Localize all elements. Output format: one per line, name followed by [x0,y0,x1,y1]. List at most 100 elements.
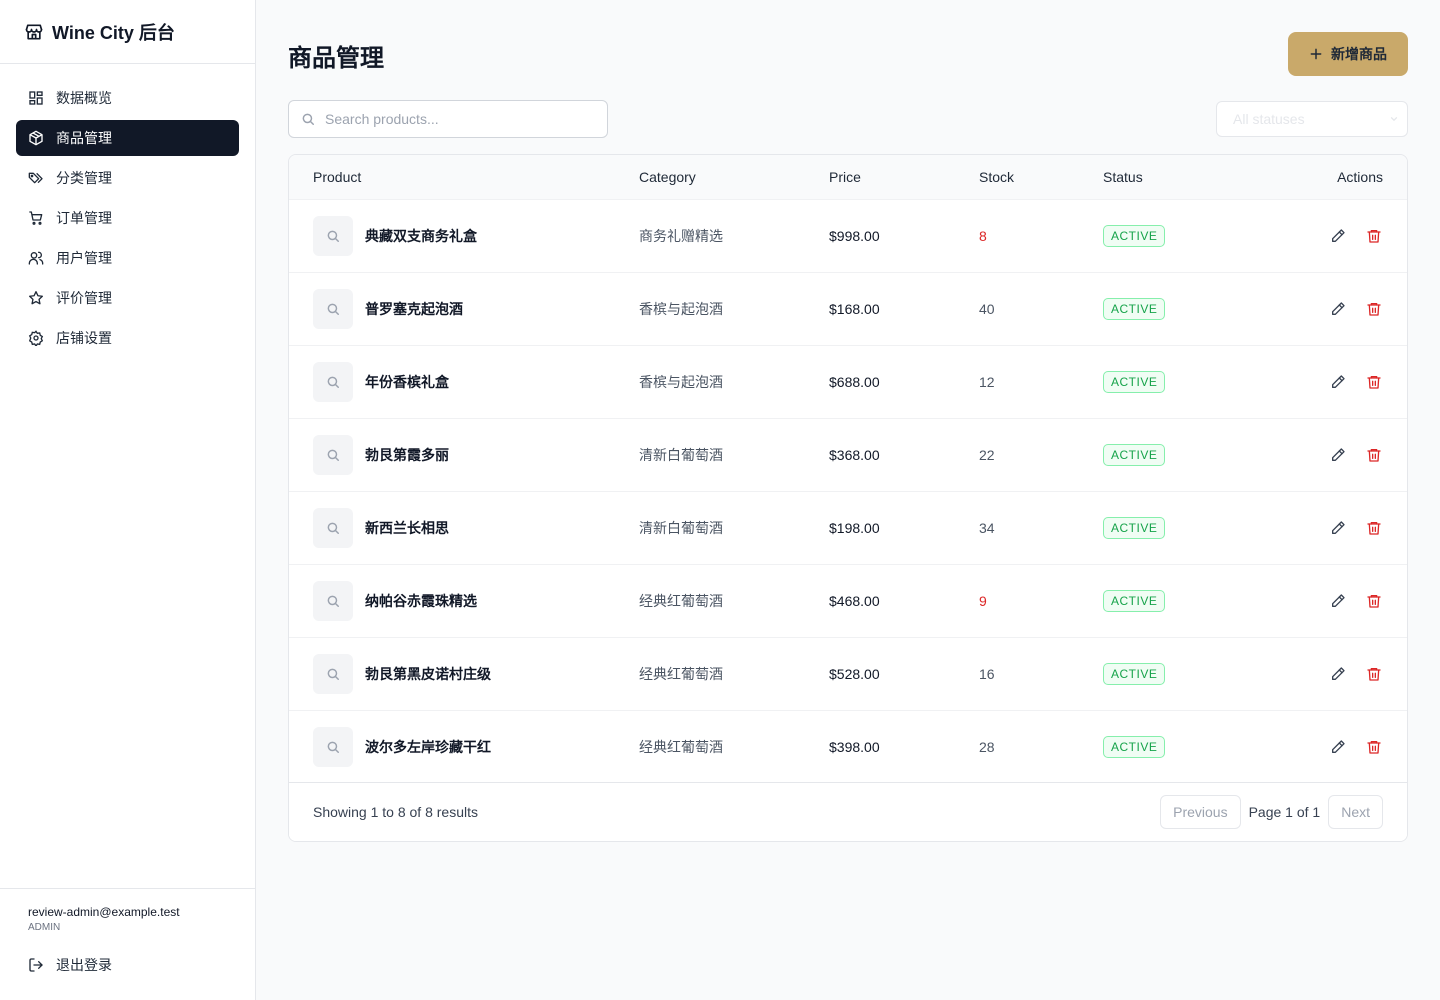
pagination: Previous Page 1 of 1 Next [1160,795,1383,829]
sidebar-item-categories[interactable]: 分类管理 [16,160,239,196]
trash-icon [1367,376,1381,389]
product-category: 经典红葡萄酒 [639,666,723,682]
product-category: 清新白葡萄酒 [639,447,723,463]
product-price: $998.00 [829,228,880,244]
product-stock: 9 [979,593,987,609]
edit-button[interactable] [1329,519,1347,537]
edit-button[interactable] [1329,665,1347,683]
pencil-icon [1332,594,1345,607]
sidebar-footer: review-admin@example.test ADMIN 退出登录 [0,888,255,1000]
delete-button[interactable] [1365,592,1383,610]
status-badge: ACTIVE [1103,225,1166,247]
product-stock: 8 [979,228,987,244]
header-status: Status [1103,169,1143,185]
header-stock: Stock [979,169,1015,185]
product-category: 经典红葡萄酒 [639,593,723,609]
edit-button[interactable] [1329,300,1347,318]
product-cell: 典藏双支商务礼盒 [289,216,639,256]
product-name: 普罗塞克起泡酒 [365,301,463,317]
search-icon [327,668,339,680]
product-thumbnail [313,216,353,256]
delete-button[interactable] [1365,446,1383,464]
previous-page-button[interactable]: Previous [1160,795,1241,829]
search-box [288,100,608,138]
product-category: 香槟与起泡酒 [639,374,723,390]
add-product-button[interactable]: 新增商品 [1288,32,1408,76]
product-name: 典藏双支商务礼盒 [365,228,477,244]
product-thumbnail [313,581,353,621]
product-name: 新西兰长相思 [365,520,449,536]
product-price: $468.00 [829,593,880,609]
product-price: $168.00 [829,301,880,317]
table-row: 新西兰长相思 清新白葡萄酒 $198.00 34 ACTIVE [289,491,1407,564]
header-actions: Actions [1337,169,1383,185]
status-filter-select[interactable]: All statuses [1216,101,1408,137]
header-category: Category [639,169,696,185]
delete-button[interactable] [1365,373,1383,391]
status-badge: ACTIVE [1103,517,1166,539]
table-row: 年份香槟礼盒 香槟与起泡酒 $688.00 12 ACTIVE [289,345,1407,418]
plus-icon [1310,48,1322,60]
delete-button[interactable] [1365,300,1383,318]
delete-button[interactable] [1365,738,1383,756]
page-title: 商品管理 [288,45,384,72]
sidebar-item-settings[interactable]: 店铺设置 [16,320,239,356]
search-icon [302,113,314,125]
table-row: 普罗塞克起泡酒 香槟与起泡酒 $168.00 40 ACTIVE [289,272,1407,345]
next-page-button[interactable]: Next [1328,795,1383,829]
sidebar-item-label: 店铺设置 [56,330,112,346]
dashboard-icon [29,91,43,105]
product-price: $198.00 [829,520,880,536]
status-badge: ACTIVE [1103,298,1166,320]
products-table: Product Category Price Stock Status Acti… [288,154,1408,842]
edit-button[interactable] [1329,592,1347,610]
product-cell: 波尔多左岸珍藏干红 [289,727,639,767]
tags-icon [28,172,43,184]
product-cell: 年份香槟礼盒 [289,362,639,402]
sidebar-item-label: 订单管理 [56,210,112,226]
actions-cell [1273,227,1407,245]
status-badge: ACTIVE [1103,736,1166,758]
delete-button[interactable] [1365,665,1383,683]
search-icon [327,230,339,242]
delete-button[interactable] [1365,519,1383,537]
status-cell: ACTIVE [1103,444,1273,466]
product-stock: 34 [979,520,995,536]
product-thumbnail [313,289,353,329]
product-name: 年份香槟礼盒 [365,374,449,390]
brand: Wine City 后台 [0,0,255,64]
store-icon [25,24,43,40]
sidebar-item-label: 商品管理 [56,130,112,146]
edit-button[interactable] [1329,227,1347,245]
table-footer: Showing 1 to 8 of 8 results Previous Pag… [289,782,1407,841]
edit-button[interactable] [1329,446,1347,464]
search-input[interactable] [325,111,585,127]
status-badge: ACTIVE [1103,663,1166,685]
edit-button[interactable] [1329,373,1347,391]
sidebar-item-label: 分类管理 [56,170,112,186]
product-price: $688.00 [829,374,880,390]
table-body: 典藏双支商务礼盒 商务礼赠精选 $998.00 8 ACTIVE 普罗塞克起泡酒 香槟与起泡… [289,199,1407,783]
status-cell: ACTIVE [1103,736,1273,758]
sidebar-item-orders[interactable]: 订单管理 [16,200,239,236]
sidebar-item-reviews[interactable]: 评价管理 [16,280,239,316]
search-icon [327,449,339,461]
product-cell: 普罗塞克起泡酒 [289,289,639,329]
delete-button[interactable] [1365,227,1383,245]
logout-button[interactable]: 退出登录 [28,955,227,975]
edit-button[interactable] [1329,738,1347,756]
pencil-icon [1332,229,1345,242]
sidebar-item-dashboard[interactable]: 数据概览 [16,80,239,116]
actions-cell [1273,300,1407,318]
sidebar-item-label: 评价管理 [56,290,112,306]
sidebar-item-users[interactable]: 用户管理 [16,240,239,276]
table-row: 典藏双支商务礼盒 商务礼赠精选 $998.00 8 ACTIVE [289,199,1407,272]
product-thumbnail [313,362,353,402]
logout-label: 退出登录 [56,957,112,973]
pencil-icon [1332,448,1345,461]
sidebar-item-products[interactable]: 商品管理 [16,120,239,156]
search-icon [327,595,339,607]
product-category: 商务礼赠精选 [639,228,723,244]
product-name: 纳帕谷赤霞珠精选 [365,593,477,609]
status-cell: ACTIVE [1103,298,1273,320]
